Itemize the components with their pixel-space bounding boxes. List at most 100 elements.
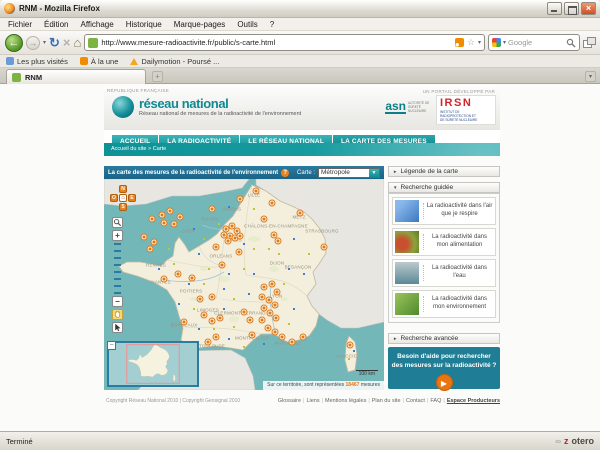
measure-marker[interactable] <box>297 210 304 217</box>
pan-west-button[interactable]: O <box>110 194 118 202</box>
measure-marker[interactable] <box>175 271 182 278</box>
pan-hand-tool[interactable] <box>112 309 123 320</box>
home-button[interactable]: ⌂ <box>74 34 82 52</box>
measure-marker[interactable] <box>272 329 279 336</box>
search-bar[interactable]: ▾ Google <box>488 34 580 51</box>
rnm-logo[interactable]: réseau national Réseau national de mesur… <box>112 96 301 118</box>
measure-marker[interactable] <box>269 281 276 288</box>
menu-outils[interactable]: Outils <box>231 18 263 31</box>
measure-marker[interactable] <box>279 334 286 341</box>
tab-rnm[interactable]: RNM <box>6 69 146 84</box>
measure-marker[interactable] <box>241 309 248 316</box>
measure-marker[interactable] <box>261 216 268 223</box>
open-new-window-icon[interactable] <box>583 37 595 48</box>
footer-link-faq[interactable]: FAQ <box>430 398 441 404</box>
measure-marker[interactable] <box>219 262 226 269</box>
measure-marker[interactable] <box>265 325 272 332</box>
play-icon[interactable]: ▶ <box>436 374 453 391</box>
measure-marker[interactable] <box>269 200 276 207</box>
measure-marker[interactable] <box>321 244 328 251</box>
measure-marker[interactable] <box>205 339 212 346</box>
measure-marker[interactable] <box>272 302 279 309</box>
search-input[interactable]: Google <box>508 38 564 47</box>
measure-marker[interactable] <box>161 276 168 283</box>
measure-marker[interactable] <box>274 289 281 296</box>
measure-marker[interactable] <box>259 317 266 324</box>
guided-item-air[interactable]: La radioactivité dans l'air que je respi… <box>392 197 496 225</box>
measure-marker[interactable] <box>149 216 156 223</box>
measure-marker[interactable] <box>273 315 280 322</box>
pan-north-button[interactable]: N <box>119 185 127 193</box>
search-magnifier-icon[interactable] <box>566 38 576 48</box>
close-button[interactable]: × <box>581 2 596 15</box>
guided-item-food[interactable]: La radioactivité dans mon alimentation <box>392 228 496 256</box>
footer-link-mentions-legales[interactable]: Mentions légales <box>325 398 366 404</box>
zoom-in-button[interactable]: + <box>112 230 123 241</box>
zoom-slider[interactable] <box>114 243 121 295</box>
measure-marker[interactable] <box>209 318 216 325</box>
measure-marker[interactable] <box>159 212 166 219</box>
measure-marker[interactable] <box>217 315 224 322</box>
bookmark-a-la-une[interactable]: À la une <box>80 57 119 66</box>
overview-minimap[interactable]: − <box>107 341 199 387</box>
guided-item-water[interactable]: La radioactivité dans l'eau <box>392 259 496 287</box>
measure-marker[interactable] <box>225 238 232 245</box>
tab-list-icon[interactable]: ▾ <box>585 71 596 82</box>
google-icon[interactable] <box>492 38 501 47</box>
footer-link-espace-producteurs[interactable]: Espace Producteurs <box>447 398 500 404</box>
menu-marque-pages[interactable]: Marque-pages <box>168 18 232 31</box>
search-engine-dropdown-icon[interactable]: ▾ <box>503 39 506 46</box>
bookmark-dailymotion-pourse[interactable]: Dailymotion - Poursé ... <box>130 57 219 66</box>
measure-marker[interactable] <box>141 234 148 241</box>
back-button[interactable]: ← <box>5 34 23 52</box>
menu-historique[interactable]: Historique <box>120 18 168 31</box>
stop-button[interactable]: × <box>63 35 71 50</box>
reload-button[interactable]: ↻ <box>49 34 60 52</box>
measure-marker[interactable] <box>167 208 174 215</box>
forward-button[interactable]: → <box>26 36 40 50</box>
measure-marker[interactable] <box>189 275 196 282</box>
measure-marker[interactable] <box>197 296 204 303</box>
advanced-search-toggle[interactable]: ►Recherche avancée <box>388 333 500 344</box>
minimize-button[interactable] <box>547 2 562 15</box>
zoom-box-tool[interactable] <box>112 217 123 228</box>
measure-marker[interactable] <box>261 284 268 291</box>
measure-marker[interactable] <box>259 294 266 301</box>
measure-marker[interactable] <box>236 249 243 256</box>
footer-link-glossaire[interactable]: Glossaire <box>278 398 301 404</box>
rss-feed-icon[interactable] <box>455 38 464 47</box>
guided-item-nature[interactable]: La radioactivité dans mon environnement <box>392 290 496 318</box>
url-text[interactable]: http://www.mesure-radioactivite.fr/publi… <box>101 38 452 47</box>
irsn-logo[interactable]: IRSN INSTITUT DE RADIOPROTECTION ET DE S… <box>436 95 496 125</box>
measure-marker[interactable] <box>147 246 154 253</box>
measure-marker[interactable] <box>253 188 260 195</box>
menu-edition[interactable]: Édition <box>38 18 74 31</box>
restore-button[interactable] <box>564 2 579 15</box>
bookmark-star-icon[interactable]: ☆ <box>467 38 475 47</box>
measure-marker[interactable] <box>161 220 168 227</box>
measure-marker[interactable] <box>237 233 244 240</box>
measure-marker[interactable] <box>209 206 216 213</box>
url-dropdown-icon[interactable]: ▾ <box>478 39 481 46</box>
new-tab-button[interactable]: + <box>152 71 163 82</box>
legend-toggle[interactable]: ►Légende de la carte <box>388 166 500 177</box>
measure-marker[interactable] <box>213 244 220 251</box>
zotero-logo[interactable]: ∞zotero <box>555 436 594 446</box>
measure-marker[interactable] <box>249 332 256 339</box>
url-bar[interactable]: http://www.mesure-radioactivite.fr/publi… <box>84 34 485 51</box>
footer-link-plan-du-site[interactable]: Plan du site <box>372 398 401 404</box>
measure-marker[interactable] <box>201 312 208 319</box>
measure-marker[interactable] <box>300 334 307 341</box>
measure-marker[interactable] <box>247 317 254 324</box>
measure-marker[interactable] <box>275 238 282 245</box>
footer-link-contact[interactable]: Contact <box>406 398 425 404</box>
measure-marker[interactable] <box>289 339 296 346</box>
measure-marker[interactable] <box>237 196 244 203</box>
menu-fichier[interactable]: Fichier <box>2 18 38 31</box>
menu-help[interactable]: ? <box>264 18 280 31</box>
measure-marker[interactable] <box>213 334 220 341</box>
zoom-out-button[interactable]: − <box>112 296 123 307</box>
help-promo[interactable]: Besoin d'aide pour rechercher des mesure… <box>388 347 500 389</box>
menu-affichage[interactable]: Affichage <box>74 18 119 31</box>
center-map-button[interactable]: ⌂ <box>119 194 127 202</box>
